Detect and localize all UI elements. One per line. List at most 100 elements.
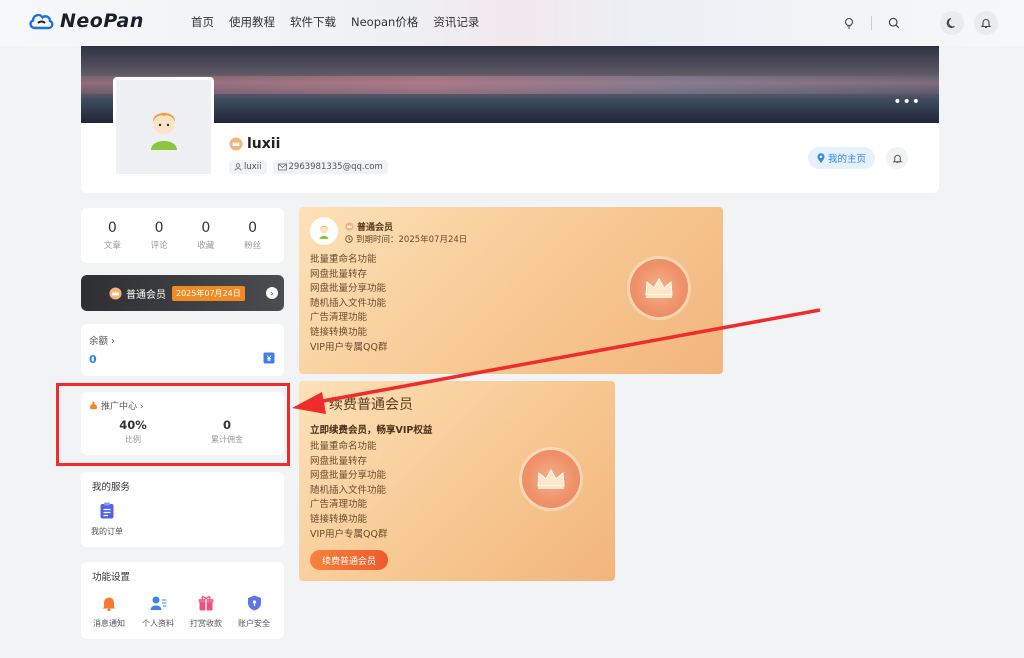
feature-item: 网盘批量转存 [310, 455, 368, 467]
member-expire: 到期时间：2025年07月24日 [345, 233, 467, 245]
settings-panel: 功能设置 消息通知 个人资料 打赏收款 账户安全 [81, 562, 284, 639]
nav-item-news[interactable]: 资讯记录 [433, 14, 479, 30]
lightbulb-button[interactable] [837, 11, 861, 35]
feature-item: 广告清理功能 [310, 312, 368, 324]
mail-icon [277, 163, 287, 171]
current-membership-card: 普通会员 到期时间：2025年07月24日 批量重命名功能 网盘批量转存 网盘批… [299, 207, 723, 374]
vip-level-label: 普通会员 [126, 289, 166, 301]
balance-title: 余额 › [89, 336, 115, 347]
settings-item-label: 打赏收款 [190, 619, 222, 628]
vip-badge-icon [311, 397, 325, 411]
my-orders-item[interactable]: 我的订单 [91, 502, 123, 537]
stat-value: 0 [201, 220, 211, 236]
feature-item: 广告清理功能 [310, 499, 368, 511]
default-avatar-icon [319, 225, 329, 239]
email: 2963981335@qq.com [288, 162, 383, 172]
nav-item-home[interactable]: 首页 [191, 14, 214, 30]
feature-item: 网盘批量分享功能 [310, 470, 387, 482]
profile-notify-button[interactable] [886, 147, 908, 169]
annotation-highlight-box [56, 383, 290, 466]
stat-fans[interactable]: 0 粉丝 [244, 220, 261, 251]
nav-item-tutorial[interactable]: 使用教程 [229, 14, 275, 30]
lightbulb-icon [844, 17, 854, 29]
crown-icon [522, 450, 580, 508]
settings-item-security[interactable]: 账户安全 [236, 595, 272, 629]
dark-mode-button[interactable] [940, 11, 964, 35]
more-options-icon[interactable]: ••• [893, 94, 921, 110]
feature-item: 网盘批量转存 [310, 268, 368, 280]
balance-value: 0 [89, 353, 97, 366]
stat-value: 0 [154, 220, 164, 236]
main-nav: 首页 使用教程 软件下载 Neopan价格 资讯记录 [191, 14, 479, 30]
feature-item: 网盘批量分享功能 [310, 283, 387, 295]
moon-icon [946, 17, 955, 28]
login-name: luxii [244, 162, 262, 172]
settings-item-label: 个人资料 [142, 619, 174, 628]
search-icon [888, 17, 900, 29]
feature-item: VIP用户专属QQ群 [310, 341, 388, 353]
crown-icon [630, 259, 688, 317]
stat-label: 粉丝 [244, 241, 262, 251]
user-card-icon [150, 596, 166, 610]
logo[interactable]: NeoPan [28, 10, 144, 32]
member-avatar [310, 217, 338, 245]
member-level: 普通会员 [345, 220, 393, 233]
chevron-right-icon: › [266, 287, 278, 299]
feature-item: VIP用户专属QQ群 [310, 528, 388, 540]
clipboard-icon [100, 502, 114, 519]
bell-icon [980, 19, 992, 29]
vip-badge-icon [229, 137, 243, 151]
crown-glyph [537, 468, 565, 489]
my-homepage-button[interactable]: 我的主页 [808, 147, 876, 169]
crown-glyph [645, 277, 673, 298]
settings-item-label: 账户安全 [238, 619, 270, 628]
default-avatar-icon [150, 112, 177, 150]
feature-item: 链接转换功能 [310, 326, 368, 338]
feature-item: 随机插入文件功能 [310, 297, 387, 309]
stat-comments[interactable]: 0 评论 [151, 220, 168, 251]
member-expire-text: 到期时间：2025年07月24日 [356, 235, 468, 245]
renew-button[interactable]: 续费普通会员 [310, 550, 389, 570]
feature-item: 链接转换功能 [310, 513, 368, 525]
vip-expire-date: 2025年07月24日 [172, 285, 245, 301]
balance-panel[interactable]: 余额 › 0 [81, 324, 284, 376]
nav-item-download[interactable]: 软件下载 [290, 14, 336, 30]
brand-name: NeoPan [60, 10, 144, 32]
profile-card: ••• luxii luxii 2963981335@qq.com 我的主页 [81, 46, 939, 193]
stat-favorites[interactable]: 0 收藏 [197, 220, 214, 251]
feature-item: 批量重命名功能 [310, 441, 377, 452]
divider [871, 16, 872, 30]
username: luxii [247, 136, 281, 152]
top-navbar: NeoPan 首页 使用教程 软件下载 Neopan价格 资讯记录 [0, 0, 1024, 46]
my-homepage-label: 我的主页 [828, 154, 867, 165]
renew-membership-card: 续费普通会员 立即续费会员，畅享VIP权益 批量重命名功能 网盘批量转存 网盘批… [299, 381, 615, 581]
settings-item-profile[interactable]: 个人资料 [140, 595, 176, 629]
stat-posts[interactable]: 0 文章 [104, 220, 121, 251]
renew-title: 续费普通会员 [311, 394, 413, 414]
notification-button[interactable] [974, 11, 998, 35]
settings-item-tips[interactable]: 打赏收款 [188, 595, 224, 629]
stat-value: 0 [248, 220, 258, 236]
settings-item-label: 消息通知 [93, 619, 125, 628]
stat-label: 文章 [103, 241, 121, 251]
nav-item-pricing[interactable]: Neopan价格 [351, 14, 418, 30]
email-chip: 2963981335@qq.com [272, 160, 388, 174]
clock-icon [345, 235, 353, 243]
services-title: 我的服务 [92, 482, 131, 493]
vip-badge-icon [345, 222, 354, 231]
stat-label: 收藏 [197, 241, 215, 251]
my-orders-label: 我的订单 [91, 527, 123, 536]
search-button[interactable] [882, 11, 906, 35]
shield-icon [247, 595, 261, 611]
avatar[interactable] [113, 77, 214, 177]
gift-icon [198, 596, 214, 611]
settings-item-notifications[interactable]: 消息通知 [91, 595, 127, 629]
settings-title: 功能设置 [92, 572, 131, 583]
vip-status-bar[interactable]: 普通会员 2025年07月24日 › [81, 275, 284, 311]
vip-badge-icon [109, 286, 122, 300]
cloud-logo-icon [29, 13, 54, 30]
user-icon [234, 163, 242, 171]
stat-label: 评论 [150, 241, 168, 251]
login-name-chip: luxii [229, 160, 267, 174]
location-pin-icon [817, 153, 825, 163]
